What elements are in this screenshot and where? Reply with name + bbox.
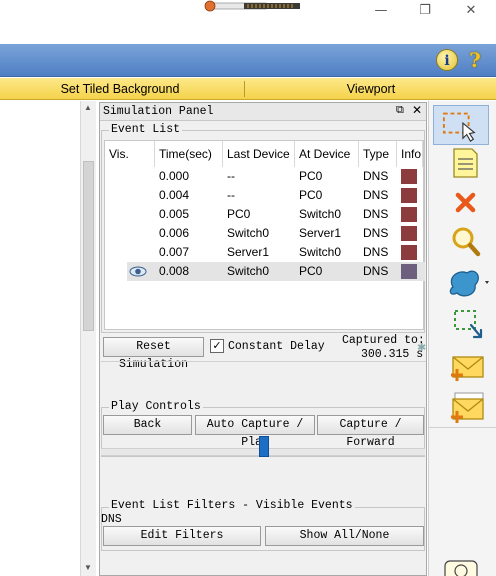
info-color-swatch[interactable]	[401, 188, 417, 203]
table-body: 0.000 -- PC0 DNS 0.004 -- PC0 DNS 0.005 PC0 Switch…	[105, 167, 425, 329]
row-at-cell: PC0	[299, 169, 323, 183]
visible-eye-icon	[129, 265, 147, 278]
column-header[interactable]: Time(sec)	[155, 141, 223, 167]
main-toolbar: i ?	[0, 44, 496, 77]
panel-float-icon[interactable]: ⧉	[396, 103, 404, 117]
capture-indicator-icon: ✱	[417, 341, 427, 354]
row-at-cell: Server1	[299, 226, 342, 240]
workspace-toolbar: Set Tiled Background Viewport	[0, 78, 496, 100]
column-header[interactable]: Type	[359, 141, 397, 167]
inspect-magnifier-icon[interactable]	[433, 221, 489, 261]
column-header[interactable]: Vis.	[105, 141, 155, 167]
row-type-cell: DNS	[363, 245, 389, 259]
toolbar-divider	[244, 81, 245, 97]
captured-to-label: Captured to:	[342, 334, 425, 347]
scrollbar-thumb[interactable]	[83, 161, 94, 331]
panel-title: Simulation Panel	[103, 105, 214, 118]
info-color-swatch[interactable]	[401, 226, 417, 241]
constant-delay-label: Constant Delay	[228, 340, 325, 353]
row-at-cell: PC0	[299, 264, 323, 278]
table-row[interactable]: 0.005 PC0 Switch0 DNS	[127, 205, 425, 224]
set-tiled-background-button[interactable]: Set Tiled Background	[0, 78, 240, 100]
row-type-cell: DNS	[363, 169, 389, 183]
realtime-mode-icon[interactable]	[443, 557, 479, 576]
row-at-cell: PC0	[299, 188, 323, 202]
row-type-cell: DNS	[363, 226, 389, 240]
column-header[interactable]: Last Device	[223, 141, 295, 167]
add-complex-pdu-icon[interactable]	[433, 387, 489, 427]
delete-icon[interactable]	[433, 183, 489, 223]
row-last-cell: --	[227, 188, 235, 202]
row-at-cell: Switch0	[299, 245, 342, 259]
row-type-cell: DNS	[363, 188, 389, 202]
panel-title-bar: Simulation Panel ⧉ ✕	[100, 103, 426, 121]
event-list-table: Vis. Time(sec) Last Device At Device Type Inf…	[104, 140, 425, 330]
minimize-button[interactable]: —	[369, 2, 393, 20]
row-last-cell: Switch0	[227, 264, 270, 278]
row-time-cell: 0.007	[159, 245, 190, 259]
play-controls-label: Play Controls	[109, 400, 203, 413]
table-row[interactable]: 0.007 Server1 Switch0 DNS	[127, 243, 425, 262]
reset-simulation-button[interactable]: Reset Simulation	[103, 337, 204, 371]
table-row[interactable]: 0.000 -- PC0 DNS	[127, 167, 425, 186]
window-title-bar: — ❐ ✕	[0, 0, 496, 44]
column-header[interactable]: Info	[397, 141, 423, 167]
close-window-button[interactable]: ✕	[459, 2, 483, 20]
info-color-swatch[interactable]	[401, 207, 417, 222]
logical-workspace[interactable]	[0, 101, 80, 576]
row-last-cell: Server1	[227, 245, 270, 259]
capture-forward-button[interactable]: Capture / Forward	[317, 415, 424, 449]
restore-button[interactable]: ❐	[413, 2, 437, 20]
viewport-button[interactable]: Viewport	[248, 78, 494, 100]
row-type-cell: DNS	[363, 207, 389, 221]
info-color-swatch[interactable]	[401, 264, 417, 279]
row-last-cell: PC0	[227, 207, 251, 221]
scroll-down-arrow-icon[interactable]: ▼	[84, 563, 94, 573]
info-color-swatch[interactable]	[401, 169, 417, 184]
event-filters-label: Event List Filters - Visible Events	[109, 499, 355, 512]
table-header: Vis. Time(sec) Last Device At Device Type Inf…	[105, 141, 423, 167]
row-type-cell: DNS	[363, 264, 389, 278]
row-time-cell: 0.004	[159, 188, 190, 202]
row-time-cell: 0.000	[159, 169, 190, 183]
resize-shape-icon[interactable]	[433, 305, 489, 345]
inspect-note-icon[interactable]	[433, 143, 489, 183]
back-button[interactable]: Back	[103, 415, 192, 435]
draw-shape-icon[interactable]	[433, 263, 489, 303]
divider	[101, 361, 426, 362]
table-row[interactable]: 0.006 Switch0 Server1 DNS	[127, 224, 425, 243]
row-time-cell: 0.006	[159, 226, 190, 240]
show-all-none-button[interactable]: Show All/None	[265, 526, 424, 546]
select-tool-icon[interactable]	[433, 105, 489, 145]
row-time-cell: 0.005	[159, 207, 190, 221]
row-last-cell: Switch0	[227, 226, 270, 240]
speed-slider-widget[interactable]	[204, 0, 300, 12]
row-last-cell: --	[227, 169, 235, 183]
table-row[interactable]: 0.004 -- PC0 DNS	[127, 186, 425, 205]
auto-capture-play-button[interactable]: Auto Capture / Play	[195, 415, 315, 449]
simulation-panel: Simulation Panel ⧉ ✕ Event List Vis. Time…	[99, 102, 427, 576]
edit-filters-button[interactable]: Edit Filters	[103, 526, 261, 546]
info-color-swatch[interactable]	[401, 245, 417, 260]
toolbar-divider	[429, 427, 496, 428]
workspace-scrollbar[interactable]: ▲ ▼	[80, 101, 96, 576]
panel-close-icon[interactable]: ✕	[412, 103, 422, 117]
info-icon[interactable]: i	[436, 49, 458, 71]
constant-delay-checkbox[interactable]: ✓	[210, 339, 224, 353]
common-tools-bar	[428, 101, 496, 576]
column-header[interactable]: At Device	[295, 141, 359, 167]
scroll-up-arrow-icon[interactable]: ▲	[84, 103, 94, 113]
row-time-cell: 0.008	[159, 264, 190, 278]
table-row[interactable]: 0.008 Switch0 PC0 DNS	[127, 262, 425, 281]
add-simple-pdu-icon[interactable]	[433, 347, 489, 387]
play-speed-slider-thumb[interactable]	[259, 436, 269, 457]
captured-time-value: 300.315 s	[361, 348, 424, 361]
row-at-cell: Switch0	[299, 207, 342, 221]
visible-events-value: DNS	[101, 513, 122, 526]
event-list-label: Event List	[109, 123, 183, 136]
help-icon[interactable]: ?	[464, 49, 486, 71]
